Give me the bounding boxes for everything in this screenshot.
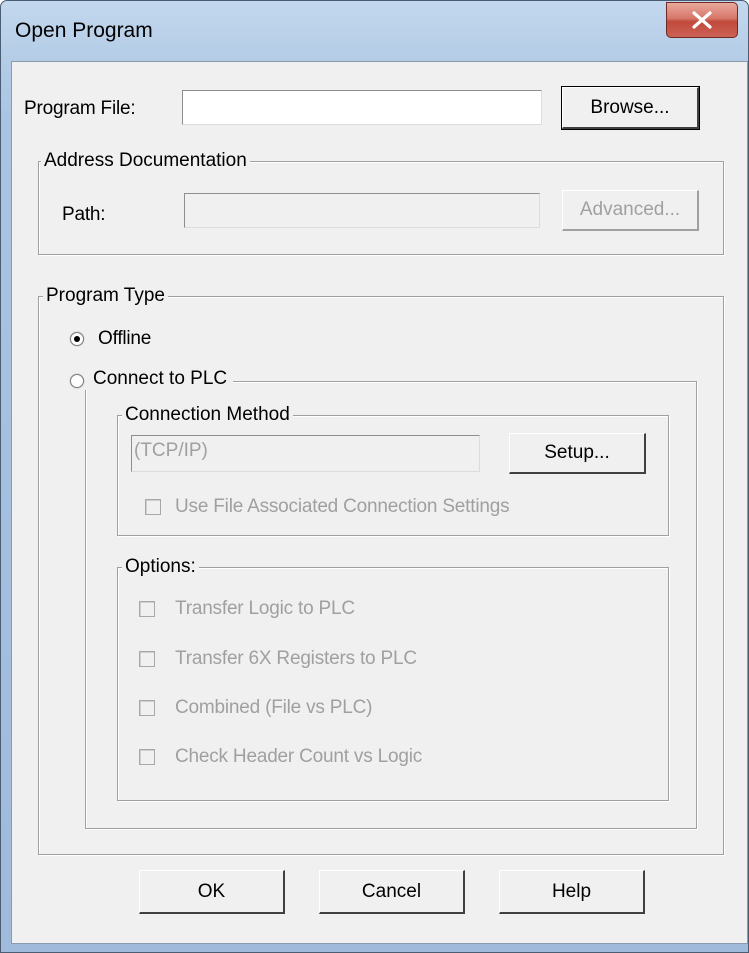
check-header-count-label: Check Header Count vs Logic <box>175 746 423 767</box>
connection-method-legend: Connection Method <box>122 404 293 426</box>
connection-method-field: (TCP/IP) <box>131 435 480 472</box>
window-title: Open Program <box>15 19 153 42</box>
close-icon <box>692 11 712 29</box>
program-file-input[interactable] <box>182 90 542 125</box>
combined-checkbox <box>139 700 155 716</box>
close-button[interactable] <box>666 2 738 38</box>
use-file-settings-label: Use File Associated Connection Settings <box>175 496 510 517</box>
transfer-logic-label: Transfer Logic to PLC <box>175 598 355 619</box>
transfer-6x-registers-checkbox <box>139 651 155 667</box>
connection-method-value: (TCP/IP) <box>134 440 208 461</box>
transfer-logic-checkbox <box>139 601 155 617</box>
combined-label: Combined (File vs PLC) <box>175 697 373 718</box>
check-header-count-checkbox <box>139 749 155 765</box>
offline-radio[interactable] <box>70 332 84 346</box>
options-legend: Options: <box>122 556 199 578</box>
connect-to-plc-option[interactable]: Connect to PLC <box>62 368 234 390</box>
offline-label[interactable]: Offline <box>98 328 151 350</box>
use-file-settings-checkbox <box>145 499 161 515</box>
connect-to-plc-radio[interactable] <box>70 374 84 388</box>
connect-to-plc-label: Connect to PLC <box>93 368 228 389</box>
help-button[interactable]: Help <box>499 870 645 914</box>
radio-selected-dot <box>74 336 80 342</box>
dialog-client-area: Program File: Browse... Address Document… <box>11 61 748 944</box>
program-type-legend: Program Type <box>43 285 168 307</box>
browse-button[interactable]: Browse... <box>561 86 700 130</box>
dialog-window: Open Program Program File: Browse... Add… <box>0 0 749 953</box>
transfer-6x-registers-label: Transfer 6X Registers to PLC <box>175 648 417 669</box>
path-label: Path: <box>62 204 106 225</box>
setup-button[interactable]: Setup... <box>509 433 646 474</box>
advanced-button: Advanced... <box>562 190 699 231</box>
ok-button[interactable]: OK <box>139 870 285 914</box>
address-documentation-legend: Address Documentation <box>41 150 250 172</box>
path-input <box>184 193 540 228</box>
cancel-button[interactable]: Cancel <box>319 870 465 914</box>
program-file-label: Program File: <box>24 98 136 119</box>
